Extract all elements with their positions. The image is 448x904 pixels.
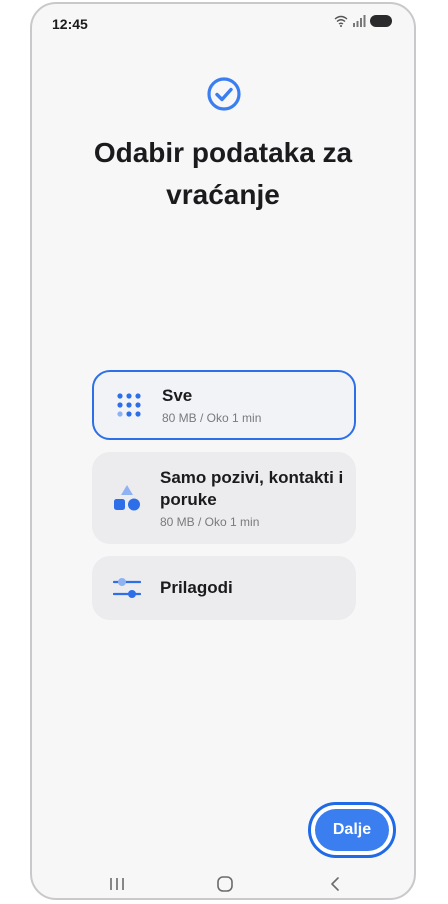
page-title: Odabir podataka za vraćanje — [93, 137, 353, 210]
option-all[interactable]: Sve 80 MB / Oko 1 min — [92, 370, 356, 440]
battery-icon — [370, 15, 392, 27]
status-icons — [334, 15, 392, 27]
home-icon[interactable] — [210, 872, 240, 896]
check-circle-icon — [206, 76, 242, 112]
wifi-icon — [334, 15, 348, 27]
shapes-icon — [112, 483, 142, 513]
option-title: Samo pozivi, kontakti i poruke — [160, 468, 344, 509]
signal-icon — [353, 15, 366, 27]
navigation-bar — [32, 866, 414, 898]
recent-apps-icon[interactable] — [102, 872, 132, 896]
grid-dots-icon — [114, 390, 144, 420]
option-title: Sve — [162, 386, 193, 405]
next-button[interactable]: Dalje — [308, 802, 396, 858]
option-subtitle: 80 MB / Oko 1 min — [160, 515, 260, 529]
back-icon[interactable] — [320, 872, 350, 896]
option-subtitle: 80 MB / Oko 1 min — [162, 411, 262, 425]
option-customize[interactable]: Prilagodi — [92, 556, 356, 620]
next-button-label: Dalje — [315, 809, 389, 851]
sliders-icon — [112, 573, 142, 603]
status-bar: 12:45 — [32, 4, 414, 44]
option-title: Prilagodi — [160, 578, 233, 597]
status-time: 12:45 — [52, 16, 88, 32]
option-calls-contacts-messages[interactable]: Samo pozivi, kontakti i poruke 80 MB / O… — [92, 452, 356, 544]
phone-screen: 12:45 Odabir podataka za vraćanje Sve 80… — [30, 2, 416, 900]
